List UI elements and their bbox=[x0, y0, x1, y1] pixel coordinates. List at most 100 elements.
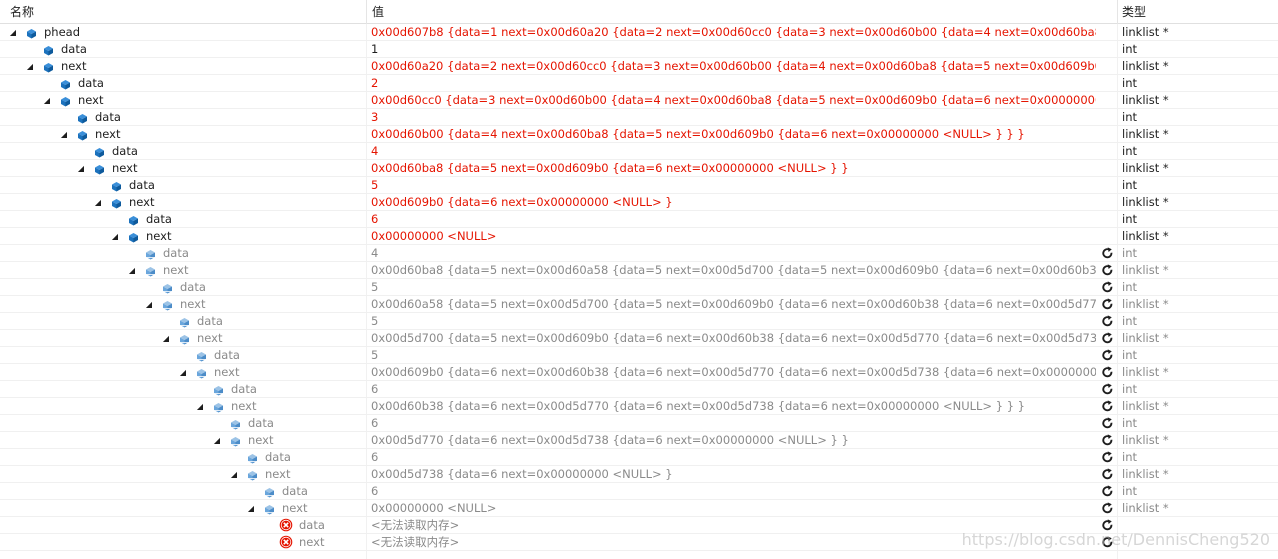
tree-row[interactable]: data 5 int bbox=[0, 313, 1278, 330]
refresh-icon[interactable] bbox=[1101, 451, 1117, 464]
tree-row[interactable]: ◢ next 0x00d60b00 {data=4 next=0x00d60ba8 … bbox=[0, 126, 1278, 143]
expanded-triangle-icon[interactable]: ◢ bbox=[195, 398, 205, 415]
value-cell[interactable]: 0x00d5d700 {data=5 next=0x00d609b0 {data… bbox=[371, 330, 1096, 347]
value-cell[interactable]: 0x00d60b00 {data=4 next=0x00d60ba8 {data… bbox=[371, 126, 1096, 143]
name-column-header[interactable]: 名称 bbox=[0, 0, 366, 24]
refresh-icon[interactable] bbox=[1101, 366, 1117, 379]
refresh-icon[interactable] bbox=[1101, 281, 1117, 294]
expanded-triangle-icon[interactable]: ◢ bbox=[42, 92, 52, 109]
tree-row[interactable]: ◢ next 0x00d5d700 {data=5 next=0x00d609b0 … bbox=[0, 330, 1278, 347]
tree-row[interactable]: data 1 int bbox=[0, 41, 1278, 58]
tree-row[interactable]: ◢ next 0x00d60b38 {data=6 next=0x00d5d770 … bbox=[0, 398, 1278, 415]
expanded-triangle-icon[interactable]: ◢ bbox=[127, 262, 137, 279]
value-cell[interactable]: 0x00000000 <NULL> bbox=[371, 228, 1096, 245]
tree-row[interactable]: ◢ next 0x00d60a58 {data=5 next=0x00d5d700 … bbox=[0, 296, 1278, 313]
value-cell[interactable]: 0x00d60ba8 {data=5 next=0x00d609b0 {data… bbox=[371, 160, 1096, 177]
value-cell[interactable]: 6 bbox=[371, 483, 1096, 500]
tree-row[interactable]: ◢ next 0x00d60a20 {data=2 next=0x00d60cc0 … bbox=[0, 58, 1278, 75]
value-cell[interactable]: 0x00d5d738 {data=6 next=0x00000000 <NULL… bbox=[371, 466, 1096, 483]
tree-row[interactable]: ◢ next 0x00000000 <NULL> linklist * bbox=[0, 500, 1278, 517]
refresh-icon[interactable] bbox=[1101, 332, 1117, 345]
tree-row[interactable]: data 3 int bbox=[0, 109, 1278, 126]
value-cell[interactable]: 0x00000000 <NULL> bbox=[371, 500, 1096, 517]
value-cell[interactable]: 0x00d60b38 {data=6 next=0x00d5d770 {data… bbox=[371, 398, 1096, 415]
name-cell: ◢ next bbox=[0, 364, 366, 381]
value-cell[interactable]: 0x00d60cc0 {data=3 next=0x00d60b00 {data… bbox=[371, 92, 1096, 109]
tree-row[interactable]: ◢ next 0x00d609b0 {data=6 next=0x00d60b38 … bbox=[0, 364, 1278, 381]
refresh-icon[interactable] bbox=[1101, 536, 1117, 549]
value-cell[interactable]: 0x00d60a20 {data=2 next=0x00d60cc0 {data… bbox=[371, 58, 1096, 75]
tree-row[interactable]: data 5 int bbox=[0, 279, 1278, 296]
tree-row[interactable]: data 4 int bbox=[0, 245, 1278, 262]
value-column-header[interactable]: 值 bbox=[362, 0, 1112, 24]
refresh-icon[interactable] bbox=[1101, 383, 1117, 396]
value-cell[interactable]: 5 bbox=[371, 177, 1096, 194]
expanded-triangle-icon[interactable]: ◢ bbox=[212, 432, 222, 449]
expanded-triangle-icon[interactable]: ◢ bbox=[178, 364, 188, 381]
expanded-triangle-icon[interactable]: ◢ bbox=[59, 126, 69, 143]
value-cell[interactable]: 6 bbox=[371, 211, 1096, 228]
value-cell[interactable]: 6 bbox=[371, 381, 1096, 398]
refresh-icon[interactable] bbox=[1101, 349, 1117, 362]
value-cell[interactable]: 0x00d609b0 {data=6 next=0x00d60b38 {data… bbox=[371, 364, 1096, 381]
value-cell[interactable]: 0x00d609b0 {data=6 next=0x00000000 <NULL… bbox=[371, 194, 1096, 211]
expanded-triangle-icon[interactable]: ◢ bbox=[161, 330, 171, 347]
tree-row[interactable]: next <无法读取内存> bbox=[0, 534, 1278, 551]
tree-row[interactable]: data 6 int bbox=[0, 483, 1278, 500]
tree-row[interactable]: data 2 int bbox=[0, 75, 1278, 92]
tree-row[interactable]: ◢ next 0x00d60ba8 {data=5 next=0x00d609b0 … bbox=[0, 160, 1278, 177]
refresh-icon[interactable] bbox=[1101, 298, 1117, 311]
value-cell[interactable]: <无法读取内存> bbox=[371, 534, 1096, 551]
value-cell[interactable]: 5 bbox=[371, 347, 1096, 364]
tree-row[interactable]: ◢ next 0x00d60ba8 {data=5 next=0x00d60a58 … bbox=[0, 262, 1278, 279]
expanded-triangle-icon[interactable]: ◢ bbox=[93, 194, 103, 211]
value-cell[interactable]: 4 bbox=[371, 143, 1096, 160]
type-cell: linklist * bbox=[1122, 161, 1169, 175]
tree-row[interactable]: data 6 int bbox=[0, 381, 1278, 398]
expanded-triangle-icon[interactable]: ◢ bbox=[25, 58, 35, 75]
tree-row[interactable]: ◢ next 0x00d5d770 {data=6 next=0x00d5d738 … bbox=[0, 432, 1278, 449]
refresh-icon[interactable] bbox=[1101, 468, 1117, 481]
tree-row[interactable]: data <无法读取内存> bbox=[0, 517, 1278, 534]
tree-row[interactable]: data 6 int bbox=[0, 211, 1278, 228]
expanded-triangle-icon[interactable]: ◢ bbox=[229, 466, 239, 483]
expanded-triangle-icon[interactable]: ◢ bbox=[144, 296, 154, 313]
expanded-triangle-icon[interactable]: ◢ bbox=[76, 160, 86, 177]
tree-row[interactable]: data 5 int bbox=[0, 177, 1278, 194]
value-cell[interactable]: 0x00d60a58 {data=5 next=0x00d5d700 {data… bbox=[371, 296, 1096, 313]
expanded-triangle-icon[interactable]: ◢ bbox=[246, 500, 256, 517]
value-cell[interactable]: 0x00d607b8 {data=1 next=0x00d60a20 {data… bbox=[371, 24, 1096, 41]
value-cell[interactable]: 5 bbox=[371, 313, 1096, 330]
tree-row[interactable]: ◢ next 0x00d60cc0 {data=3 next=0x00d60b00 … bbox=[0, 92, 1278, 109]
refresh-icon[interactable] bbox=[1101, 264, 1117, 277]
tree-row[interactable]: ◢ next 0x00d609b0 {data=6 next=0x00000000 … bbox=[0, 194, 1278, 211]
tree-row[interactable]: data 6 int bbox=[0, 415, 1278, 432]
value-cell[interactable]: 3 bbox=[371, 109, 1096, 126]
value-cell[interactable]: 6 bbox=[371, 449, 1096, 466]
refresh-icon[interactable] bbox=[1101, 485, 1117, 498]
value-cell[interactable]: 6 bbox=[371, 415, 1096, 432]
refresh-icon[interactable] bbox=[1101, 400, 1117, 413]
value-cell[interactable]: 1 bbox=[371, 41, 1096, 58]
expanded-triangle-icon[interactable]: ◢ bbox=[110, 228, 120, 245]
value-cell[interactable]: 0x00d5d770 {data=6 next=0x00d5d738 {data… bbox=[371, 432, 1096, 449]
refresh-icon[interactable] bbox=[1101, 315, 1117, 328]
tree-row[interactable]: data 6 int bbox=[0, 449, 1278, 466]
refresh-icon[interactable] bbox=[1101, 417, 1117, 430]
refresh-icon[interactable] bbox=[1101, 434, 1117, 447]
value-cell[interactable]: <无法读取内存> bbox=[371, 517, 1096, 534]
tree-row[interactable]: data 4 int bbox=[0, 143, 1278, 160]
tree-row[interactable]: data 5 int bbox=[0, 347, 1278, 364]
refresh-icon[interactable] bbox=[1101, 247, 1117, 260]
tree-row[interactable]: ◢ phead 0x00d607b8 {data=1 next=0x00d60a20… bbox=[0, 24, 1278, 41]
value-cell[interactable]: 5 bbox=[371, 279, 1096, 296]
type-column-header[interactable]: 类型 bbox=[1112, 0, 1278, 24]
refresh-icon[interactable] bbox=[1101, 519, 1117, 532]
expanded-triangle-icon[interactable]: ◢ bbox=[8, 24, 18, 41]
value-cell[interactable]: 4 bbox=[371, 245, 1096, 262]
tree-row[interactable]: ◢ next 0x00d5d738 {data=6 next=0x00000000 … bbox=[0, 466, 1278, 483]
value-cell[interactable]: 2 bbox=[371, 75, 1096, 92]
refresh-icon[interactable] bbox=[1101, 502, 1117, 515]
value-cell[interactable]: 0x00d60ba8 {data=5 next=0x00d60a58 {data… bbox=[371, 262, 1096, 279]
tree-row[interactable]: ◢ next 0x00000000 <NULL> linklist * bbox=[0, 228, 1278, 245]
